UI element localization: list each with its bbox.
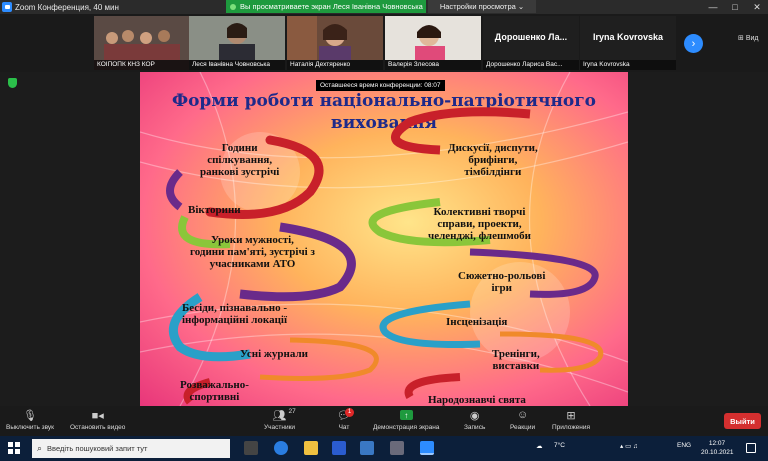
file-explorer-icon[interactable] [304, 441, 318, 455]
slide-item-right: Дискусії, диспути, брифінги, тімбілдінги [448, 142, 538, 178]
windows-taskbar: ⌕ Введіть пошуковий запит тут ☁ 7°C ▴ ▭ … [0, 436, 768, 461]
slide-item-left: Уроки мужності, години пам'яті, зустрічі … [190, 234, 315, 270]
participant-video [94, 16, 190, 60]
apps-button[interactable]: ⊞ Приложения [552, 408, 591, 432]
video-label: Остановить видео [70, 424, 126, 431]
participant-tile[interactable]: Iryna Kovrovska Iryna Kovrovska [580, 16, 676, 70]
record-button[interactable]: ◉ Запись [464, 408, 486, 432]
slide-item-left: Години спілкування, ранкові зустрічі [200, 142, 280, 178]
weather-temperature: 7°C [554, 442, 565, 449]
participant-video [189, 16, 285, 60]
maximize-icon[interactable]: □ [724, 0, 746, 14]
participants-count: 27 [288, 408, 296, 415]
apps-icon: ⊞ [566, 409, 576, 422]
taskbar-clock[interactable]: 12:07 20.10.2021 [701, 439, 734, 457]
view-options-button[interactable]: Настройки просмотра ⌄ [428, 0, 536, 13]
mute-button[interactable]: 🎙︎ Выключить звук [6, 408, 55, 432]
participant-tile[interactable]: КОІПОПК КНЗ КОР [94, 16, 190, 70]
participant-display-name: Дорошенко Ла... [494, 32, 568, 42]
participants-button[interactable]: 👥︎ 27 Участники [264, 408, 296, 431]
record-label: Запись [464, 424, 486, 431]
participant-name: Валерія Злесова [385, 60, 481, 70]
meeting-toolbar: 🎙︎ Выключить звук ■◂ Остановить видео 👥︎… [0, 406, 768, 436]
participant-display-name: Iryna Kovrovska [592, 32, 664, 42]
participant-name: Леся Іванівна Човновська [189, 60, 285, 70]
slide-item-left: Усні журнали [240, 348, 308, 360]
close-icon[interactable]: ✕ [746, 0, 768, 14]
input-language[interactable]: ENG [677, 442, 691, 449]
shared-screen-slide: Оставшееся время конференции: 08:07 Форм… [140, 72, 628, 406]
minimize-icon[interactable]: — [702, 0, 724, 14]
reactions-label: Реакции [510, 424, 536, 431]
view-button[interactable]: ⊞ Вид [738, 34, 758, 42]
slide-item-right: Сюжетно-рольові ігри [458, 270, 546, 294]
zoom-taskbar-icon[interactable] [420, 441, 434, 455]
share-screen-icon: ↑ [399, 408, 413, 422]
notifications-icon[interactable] [746, 443, 756, 453]
participant-video [287, 16, 383, 60]
apps-label: Приложения [552, 424, 591, 431]
share-indicator-icon [230, 3, 236, 10]
share-banner: Вы просматриваете экран Леся Іванівна Чо… [226, 0, 426, 13]
chat-icon: 💬︎ 1 [337, 408, 354, 422]
slide-item-left: Бесіди, пізнавально - інформаційні локаці… [182, 302, 288, 326]
participants-label: Участники [264, 424, 296, 431]
arrow-purple [166, 169, 183, 211]
slide-item-left: Вікторини [188, 204, 241, 216]
clock-date: 20.10.2021 [701, 449, 734, 456]
video-camera-icon: ■◂ [91, 409, 104, 422]
participant-name: КОІПОПК КНЗ КОР [94, 60, 190, 70]
clock-time: 12:07 [708, 440, 726, 447]
leave-button[interactable]: Выйти [724, 413, 761, 429]
slide-item-right: Тренінги, виставки [492, 348, 540, 372]
share-label: Демонстрация экрана [373, 424, 440, 431]
weather-icon[interactable]: ☁ [536, 442, 543, 450]
window-controls: — □ ✕ [702, 0, 768, 14]
participant-name: Дорошенко Лариса Вас... [483, 60, 579, 70]
slide-item-right: Колективні творчі справи, проекти, челендж… [428, 206, 531, 242]
edge-browser-icon[interactable] [274, 441, 288, 455]
chat-badge: 1 [345, 408, 354, 417]
taskbar-search-input[interactable]: ⌕ Введіть пошуковий запит тут [32, 439, 230, 458]
mute-label: Выключить звук [6, 424, 55, 431]
participant-tile[interactable]: Валерія Злесова [385, 16, 481, 70]
tray-icons[interactable]: ▴ ▭ ♫ [620, 442, 638, 450]
reactions-button[interactable]: ☺ Реакции [510, 408, 535, 431]
microphone-icon: 🎙︎ [23, 409, 37, 422]
participant-name: Наталія Дехтяренко [287, 60, 383, 70]
search-icon: ⌕ [37, 443, 43, 453]
slide-item-right: Народознавчі свята [428, 394, 526, 406]
chat-button[interactable]: 💬︎ 1 Чат [337, 408, 354, 431]
participant-tile[interactable]: Дорошенко Ла... Дорошенко Лариса Вас... [483, 16, 579, 70]
slide-item-left: Розважально-спортивні [180, 379, 249, 403]
participant-video [385, 16, 481, 60]
participant-tile[interactable]: Леся Іванівна Човновська [189, 16, 285, 70]
zoom-window: Zoom Конференция, 40 мин Вы просматривае… [0, 0, 768, 461]
stop-video-button[interactable]: ■◂ Остановить видео [70, 408, 126, 432]
next-participants-icon[interactable]: › [684, 34, 703, 53]
participants-icon: 👥︎ 27 [272, 408, 296, 422]
window-title: Zoom Конференция, 40 мин [15, 2, 119, 12]
slide-item-right: Інсценізація [446, 316, 508, 328]
camera-app-icon[interactable] [390, 441, 404, 455]
search-placeholder: Введіть пошуковий запит тут [47, 444, 148, 453]
zoom-app-icon [2, 2, 12, 12]
word-icon[interactable] [332, 441, 346, 455]
share-screen-button[interactable]: ↑ Демонстрация экрана [373, 408, 439, 431]
view-button-label: Вид [745, 35, 759, 42]
security-shield-icon[interactable] [8, 78, 17, 88]
record-icon: ◉ [469, 409, 480, 422]
share-banner-text: Вы просматриваете экран Леся Іванівна Чо… [240, 2, 423, 11]
participant-name: Iryna Kovrovska [580, 60, 676, 70]
chat-label: Чат [338, 424, 350, 431]
windows-start-icon[interactable] [8, 442, 20, 454]
reactions-icon: ☺ [516, 409, 529, 421]
participant-strip: КОІПОПК КНЗ КОР Леся Іванівна Човновська… [0, 14, 768, 72]
mail-icon[interactable] [360, 441, 374, 455]
participant-tile[interactable]: Наталія Дехтяренко [287, 16, 383, 70]
task-view-icon[interactable] [244, 441, 258, 455]
